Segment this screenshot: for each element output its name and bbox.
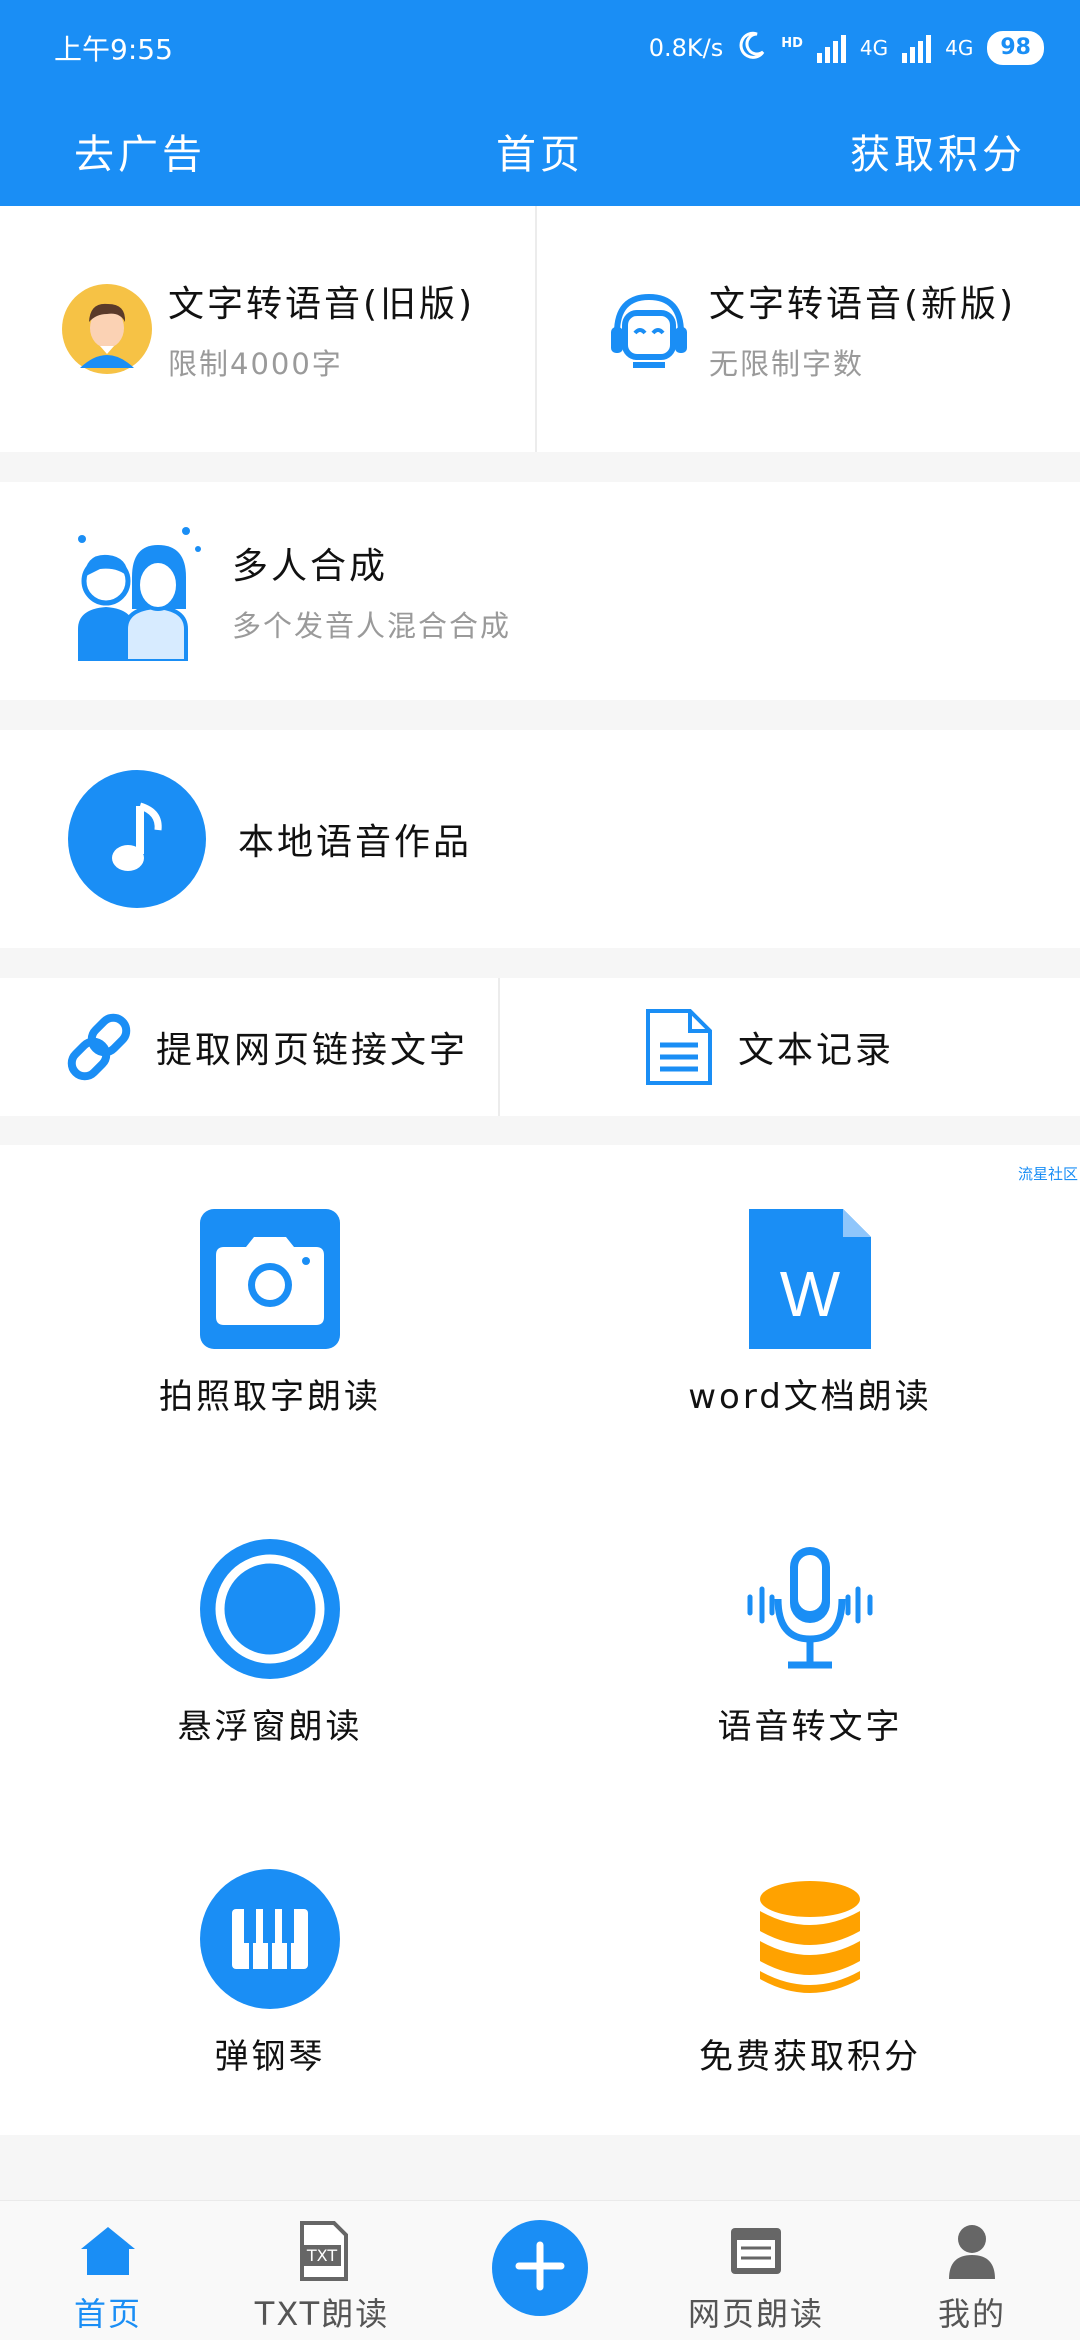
text-records-button[interactable]: 文本记录 <box>498 978 1080 1116</box>
camera-icon <box>200 1209 340 1349</box>
multi-voice-subtitle: 多个发音人混合合成 <box>232 609 512 643</box>
free-points-label: 免费获取积分 <box>699 2037 921 2077</box>
net-type-1: 4G <box>859 36 889 60</box>
tts-old-title: 文字转语音(旧版) <box>168 284 476 325</box>
photo-read-label: 拍照取字朗读 <box>159 1377 381 1417</box>
tts-card: 文字转语音(旧版) 限制4000字 文字转语音(新版) 无限制字数 <box>0 206 1080 452</box>
piano-label: 弹钢琴 <box>214 2037 326 2077</box>
status-time: 上午9:55 <box>54 33 173 66</box>
coins-icon <box>740 1869 880 2009</box>
status-indicators: 0.8K/s HD 4G 4G 98 <box>649 30 1044 66</box>
free-points-button[interactable]: 免费获取积分 <box>540 1805 1080 2135</box>
word-file-icon-letter: W <box>779 1258 841 1330</box>
link-icon <box>62 1010 136 1084</box>
user-avatar-icon <box>62 284 152 374</box>
page-title: 首页 <box>496 132 584 178</box>
profile-icon <box>942 2221 1002 2281</box>
piano-icon <box>200 1869 340 2009</box>
get-points-button[interactable]: 获取积分 <box>850 122 1026 180</box>
piano-button[interactable]: 弹钢琴 <box>0 1805 540 2135</box>
word-read-button[interactable]: W word文档朗读 <box>540 1145 1080 1475</box>
home-icon <box>78 2221 138 2281</box>
local-works-title: 本地语音作品 <box>238 822 473 863</box>
txt-file-icon-text: TXT <box>302 2244 342 2266</box>
multi-voice-title: 多人合成 <box>232 546 389 587</box>
word-file-icon: W <box>740 1209 880 1349</box>
add-button[interactable] <box>492 2220 588 2316</box>
headphones-robot-icon <box>607 287 691 371</box>
tab-mine-label: 我的 <box>937 2295 1006 2333</box>
people-icon <box>70 521 206 663</box>
text-records-title: 文本记录 <box>738 1030 895 1071</box>
document-icon <box>644 1007 714 1087</box>
word-read-label: word文档朗读 <box>688 1377 932 1417</box>
plus-icon <box>515 2241 565 2295</box>
floating-circle-icon <box>200 1539 340 1679</box>
hd-label: HD <box>781 36 803 51</box>
tts-new-subtitle: 无限制字数 <box>709 347 865 381</box>
battery-level: 98 <box>987 31 1044 65</box>
speech-to-text-label: 语音转文字 <box>717 1707 903 1747</box>
local-works-button[interactable]: 本地语音作品 <box>0 730 1080 948</box>
tab-web-read-label: 网页朗读 <box>687 2295 824 2333</box>
extract-link-title: 提取网页链接文字 <box>156 1030 469 1071</box>
tts-new-title: 文字转语音(新版) <box>709 284 1017 325</box>
net-speed: 0.8K/s <box>648 34 724 62</box>
tab-home-label: 首页 <box>73 2295 142 2333</box>
floating-read-button[interactable]: 悬浮窗朗读 <box>0 1475 540 1805</box>
music-note-icon <box>68 770 206 908</box>
tts-old-subtitle: 限制4000字 <box>168 347 343 381</box>
extract-link-button[interactable]: 提取网页链接文字 <box>0 978 498 1116</box>
speech-to-text-button[interactable]: 语音转文字 <box>540 1475 1080 1805</box>
txt-file-icon: TXT <box>292 2221 352 2281</box>
tab-txt-read[interactable]: TXT TXT朗读 <box>222 2201 422 2340</box>
signal-icon-2 <box>902 33 932 63</box>
floating-read-label: 悬浮窗朗读 <box>177 1707 363 1747</box>
tab-mine[interactable]: 我的 <box>872 2201 1072 2340</box>
app-bar: 去广告 首页 获取积分 <box>0 96 1080 206</box>
feature-grid: 流星社区 拍照取字朗读 W word文档朗读 悬浮窗朗读 语音转文字 弹钢琴 免… <box>0 1145 1080 2135</box>
tab-home[interactable]: 首页 <box>8 2201 208 2340</box>
tab-web-read[interactable]: 网页朗读 <box>656 2201 856 2340</box>
signal-icon-1 <box>816 33 846 63</box>
tts-new-button[interactable]: 文字转语音(新版) 无限制字数 <box>535 206 1080 452</box>
tts-old-button[interactable]: 文字转语音(旧版) 限制4000字 <box>0 206 535 452</box>
microphone-icon <box>740 1539 880 1679</box>
moon-icon <box>737 30 767 66</box>
multi-voice-button[interactable]: 多人合成 多个发音人混合合成 <box>0 482 1080 700</box>
browser-icon <box>726 2221 786 2281</box>
net-type-2: 4G <box>945 36 974 60</box>
photo-read-button[interactable]: 拍照取字朗读 <box>0 1145 540 1475</box>
status-bar: 上午9:55 0.8K/s HD 4G 4G 98 <box>0 0 1080 96</box>
tools-card: 提取网页链接文字 文本记录 <box>0 978 1080 1116</box>
tab-txt-read-label: TXT朗读 <box>254 2295 390 2333</box>
remove-ads-button[interactable]: 去广告 <box>74 122 206 180</box>
